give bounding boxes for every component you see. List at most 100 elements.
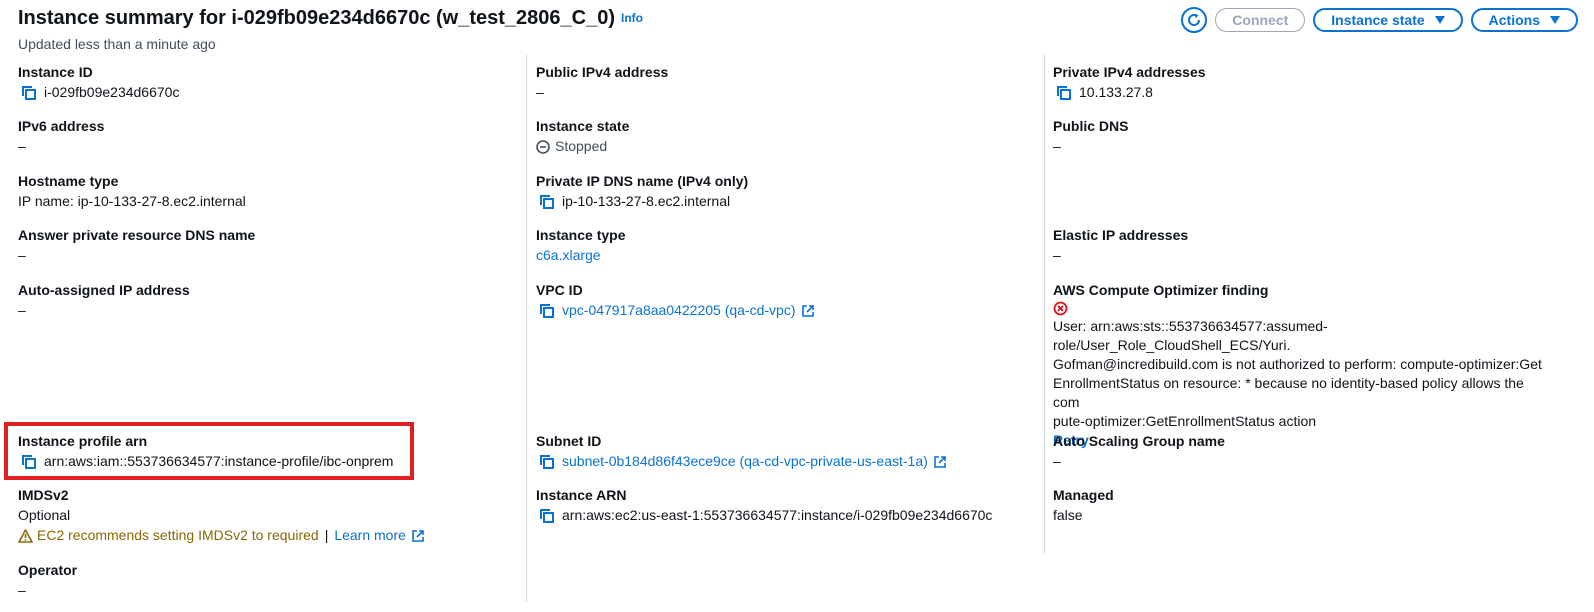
field-public-ipv4: Public IPv4 address – xyxy=(536,63,1036,102)
caret-down-icon xyxy=(1550,16,1560,24)
field-value: Stopped xyxy=(536,137,1036,156)
actions-label: Actions xyxy=(1488,12,1540,28)
field-label: VPC ID xyxy=(536,282,583,298)
instance-type-link[interactable]: c6a.xlarge xyxy=(536,246,1036,265)
field-instance-type: Instance type c6a.xlarge xyxy=(536,226,1036,265)
optimizer-error-message: User: arn:aws:sts::553736634577:assumed-… xyxy=(1053,317,1553,431)
field-private-ipv4: Private IPv4 addresses 10.133.27.8 xyxy=(1053,63,1553,102)
field-value: – xyxy=(1053,247,1061,263)
field-value: false xyxy=(1053,507,1083,523)
field-label: AWS Compute Optimizer finding xyxy=(1053,282,1269,298)
instance-state-dropdown[interactable]: Instance state xyxy=(1313,8,1463,32)
field-instance-arn: Instance ARN arn:aws:ec2:us-east-1:55373… xyxy=(536,486,1036,525)
field-label: Instance ID xyxy=(18,64,93,80)
field-vpc-id: VPC ID vpc-047917a8aa0422205 (qa-cd-vpc) xyxy=(536,281,1036,320)
column-divider xyxy=(1044,55,1045,553)
imdsv2-warning: EC2 recommends setting IMDSv2 to require… xyxy=(18,526,518,545)
field-value: – xyxy=(18,302,26,318)
field-label: Auto Scaling Group name xyxy=(1053,433,1225,449)
warning-icon xyxy=(18,528,33,543)
instance-id-value: i-029fb09e234d6670c xyxy=(44,84,180,100)
subnet-id-link[interactable]: subnet-0b184d86f43ece9ce (qa-cd-vpc-priv… xyxy=(562,452,928,471)
field-label: Instance ARN xyxy=(536,487,627,503)
error-line: pute-optimizer:GetEnrollmentStatus actio… xyxy=(1053,413,1317,429)
column-divider xyxy=(526,55,527,602)
external-link-icon xyxy=(412,529,424,542)
header-actions: Connect Instance state Actions xyxy=(1181,7,1578,33)
copy-icon[interactable] xyxy=(539,303,555,319)
field-value: – xyxy=(18,247,26,263)
field-value: 10.133.27.8 xyxy=(1053,83,1553,102)
field-value: arn:aws:ec2:us-east-1:553736634577:insta… xyxy=(536,506,1036,525)
field-label: Private IP DNS name (IPv4 only) xyxy=(536,173,749,189)
field-label: Instance type xyxy=(536,227,626,243)
page-header: Instance summary for i-029fb09e234d6670c… xyxy=(18,6,1578,56)
instance-state-value: Stopped xyxy=(555,138,608,154)
field-compute-optimizer: AWS Compute Optimizer finding User: arn:… xyxy=(1053,281,1553,450)
separator: | xyxy=(324,527,329,543)
external-link-icon xyxy=(933,455,946,468)
field-value: – xyxy=(18,138,26,154)
field-label: Private IPv4 addresses xyxy=(1053,64,1206,80)
field-label: Hostname type xyxy=(18,173,119,189)
field-managed: Managed false xyxy=(1053,486,1553,525)
field-value: – xyxy=(536,84,544,100)
field-instance-id: Instance ID i-029fb09e234d6670c xyxy=(18,63,518,102)
field-label: IMDSv2 xyxy=(18,487,69,503)
refresh-button[interactable] xyxy=(1181,7,1208,33)
copy-icon[interactable] xyxy=(539,194,555,210)
field-value: subnet-0b184d86f43ece9ce (qa-cd-vpc-priv… xyxy=(536,452,1036,471)
field-imdsv2: IMDSv2 Optional EC2 recommends setting I… xyxy=(18,486,518,545)
instance-state-label: Instance state xyxy=(1331,12,1425,28)
field-value: – xyxy=(18,582,26,598)
field-public-dns: Public DNS – xyxy=(1053,117,1553,156)
field-label: Elastic IP addresses xyxy=(1053,227,1189,243)
field-value: – xyxy=(1053,453,1061,469)
copy-icon[interactable] xyxy=(539,454,555,470)
page-title: Instance summary for i-029fb09e234d6670c… xyxy=(18,7,643,30)
field-value xyxy=(1053,301,1553,316)
page-title-text: Instance summary for i-029fb09e234d6670c… xyxy=(18,7,615,29)
private-ipv4-value: 10.133.27.8 xyxy=(1079,84,1153,100)
field-label: Public IPv4 address xyxy=(536,64,669,80)
private-dns-value: ip-10-133-27-8.ec2.internal xyxy=(562,193,731,209)
imdsv2-warning-text: EC2 recommends setting IMDSv2 to require… xyxy=(37,527,319,543)
field-label: IPv6 address xyxy=(18,118,105,134)
field-instance-state: Instance state Stopped xyxy=(536,117,1036,156)
field-auto-ip: Auto-assigned IP address – xyxy=(18,281,518,320)
error-line: Gofman@incredibuild.com is not authorize… xyxy=(1053,356,1542,372)
caret-down-icon xyxy=(1434,16,1445,24)
info-link[interactable]: Info xyxy=(621,11,643,25)
field-value: IP name: ip-10-133-27-8.ec2.internal xyxy=(18,193,246,209)
field-subnet-id: Subnet ID subnet-0b184d86f43ece9ce (qa-c… xyxy=(536,432,1036,471)
field-value: ip-10-133-27-8.ec2.internal xyxy=(536,192,1036,211)
field-hostname-type: Hostname type IP name: ip-10-133-27-8.ec… xyxy=(18,172,518,211)
field-label: Answer private resource DNS name xyxy=(18,227,256,243)
field-label: Auto-assigned IP address xyxy=(18,282,190,298)
learn-more-link[interactable]: Learn more xyxy=(334,526,406,545)
highlight-box xyxy=(4,422,414,480)
vpc-id-link[interactable]: vpc-047917a8aa0422205 (qa-cd-vpc) xyxy=(562,301,796,320)
field-label: Subnet ID xyxy=(536,433,602,449)
field-elastic-ip: Elastic IP addresses – xyxy=(1053,226,1553,265)
copy-icon[interactable] xyxy=(539,508,555,524)
refresh-icon xyxy=(1188,13,1201,26)
stopped-icon xyxy=(536,139,550,154)
field-ipv6: IPv6 address – xyxy=(18,117,518,156)
error-line: User: arn:aws:sts::553736634577:assumed-… xyxy=(1053,318,1328,353)
field-value: Optional xyxy=(18,507,71,523)
field-auto-scaling-group: Auto Scaling Group name – xyxy=(1053,432,1553,471)
actions-dropdown[interactable]: Actions xyxy=(1470,8,1578,32)
field-label: Operator xyxy=(18,562,78,578)
copy-icon[interactable] xyxy=(1056,85,1072,101)
copy-icon[interactable] xyxy=(21,85,37,101)
field-operator: Operator – xyxy=(18,561,518,600)
field-value: i-029fb09e234d6670c xyxy=(18,83,518,102)
updated-status: Updated less than a minute ago xyxy=(18,36,216,52)
field-label: Instance state xyxy=(536,118,630,134)
field-value: – xyxy=(1053,138,1061,154)
error-line: EnrollmentStatus on resource: * because … xyxy=(1053,375,1524,410)
field-value: vpc-047917a8aa0422205 (qa-cd-vpc) xyxy=(536,301,1036,320)
connect-button[interactable]: Connect xyxy=(1215,8,1306,32)
field-label: Managed xyxy=(1053,487,1114,503)
